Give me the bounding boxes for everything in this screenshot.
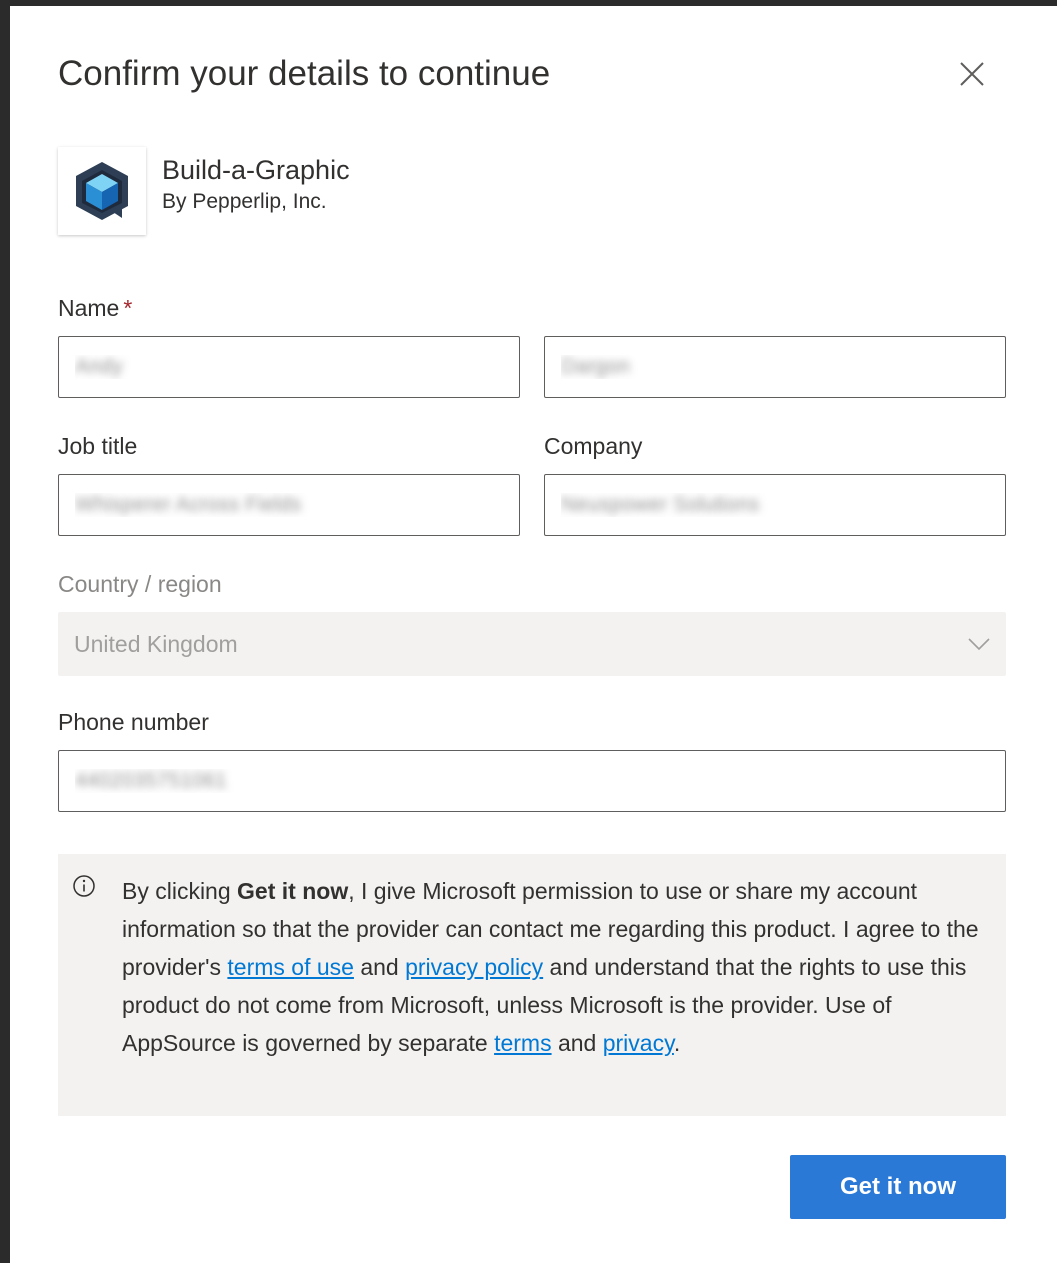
country-label: Country / region [58, 571, 222, 597]
consent-text-part: and [353, 954, 406, 980]
app-meta: Build-a-Graphic By Pepperlip, Inc. [162, 147, 350, 217]
appsource-terms-link[interactable]: terms [494, 1030, 552, 1056]
info-icon [73, 875, 95, 897]
company-input[interactable] [544, 474, 1006, 536]
app-header: Build-a-Graphic By Pepperlip, Inc. [58, 147, 350, 237]
get-it-now-button[interactable]: Get it now [790, 1155, 1006, 1219]
close-icon [960, 62, 984, 86]
consent-text-part: . [673, 1030, 681, 1056]
consent-text: By clicking Get it now, I give Microsoft… [122, 872, 982, 1062]
consent-text-part: and [551, 1030, 603, 1056]
app-logo-icon [76, 162, 128, 220]
app-publisher: By Pepperlip, Inc. [162, 190, 327, 213]
name-label: Name * [58, 293, 132, 323]
app-name: Build-a-Graphic [162, 155, 350, 185]
phone-input[interactable] [58, 750, 1006, 812]
privacy-policy-link[interactable]: privacy policy [405, 954, 543, 980]
consent-text-bold: Get it now [237, 878, 349, 904]
chevron-down-icon [968, 638, 990, 651]
appsource-privacy-link[interactable]: privacy [603, 1030, 674, 1056]
country-select-value: United Kingdom [74, 630, 238, 657]
company-label: Company [544, 433, 643, 459]
first-name-input[interactable] [58, 336, 520, 398]
job-title-input[interactable] [58, 474, 520, 536]
name-label-text: Name [58, 295, 120, 321]
confirm-details-dialog: Confirm your details to continue Build-a… [10, 6, 1057, 1263]
job-title-label: Job title [58, 433, 138, 459]
dialog-title: Confirm your details to continue [58, 54, 551, 93]
last-name-input[interactable] [544, 336, 1006, 398]
consent-text-part: By clicking [122, 878, 238, 904]
consent-notice: By clicking Get it now, I give Microsoft… [58, 854, 1006, 1116]
app-logo [58, 147, 146, 235]
phone-label: Phone number [58, 709, 209, 735]
country-select[interactable]: United Kingdom [58, 612, 1006, 676]
close-button[interactable] [954, 56, 990, 92]
terms-of-use-link[interactable]: terms of use [227, 954, 354, 980]
required-marker: * [123, 295, 133, 321]
